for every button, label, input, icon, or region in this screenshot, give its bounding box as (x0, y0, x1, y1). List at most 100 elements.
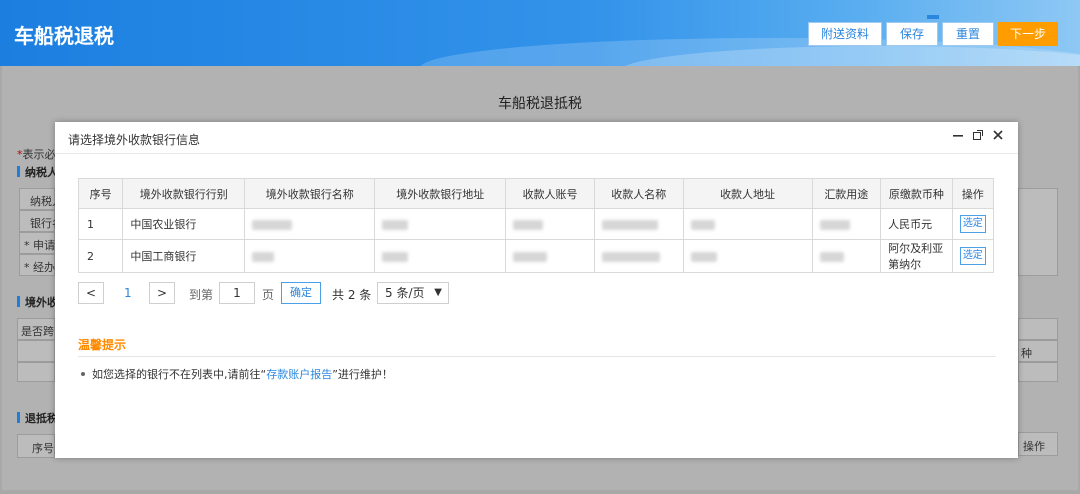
attach-docs-button[interactable]: 附送资料 (808, 22, 882, 46)
dialog-title: 请选择境外收款银行信息 (68, 133, 201, 147)
redacted-cell (593, 239, 684, 273)
redacted-value (513, 219, 544, 230)
save-button[interactable]: 保存 (886, 22, 938, 46)
bank-select-dialog: 请选择境外收款银行信息 序号 境外收款银行行别 境外收款银行名称 境外收款银行地… (55, 122, 1018, 458)
next-page-button[interactable]: > (149, 282, 175, 304)
form-label: * 经办 (24, 261, 55, 274)
page-size-select[interactable]: 5 条/页 ▼ (377, 282, 449, 304)
next-step-button[interactable]: 下一步 (998, 22, 1058, 46)
maximize-icon[interactable] (970, 128, 986, 146)
form-value-cell (1018, 362, 1058, 382)
tip-text: 如您选择的银行不在列表中,请前往“存款账户报告”进行维护！ (78, 366, 393, 382)
column-header: 境外收款银行行别 (122, 178, 246, 209)
deposit-account-report-link[interactable]: 存款账户报告 (266, 368, 332, 381)
bank-type-cell: 中国农业银行 (122, 208, 246, 240)
cursor-marker (927, 15, 939, 19)
redacted-cell (505, 208, 595, 240)
minimize-icon[interactable] (950, 128, 966, 146)
column-label: 序号 (32, 442, 54, 455)
redacted-cell (682, 208, 813, 240)
redacted-value (601, 251, 660, 262)
bank-table: 序号 境外收款银行行别 境外收款银行名称 境外收款银行地址 收款人账号 收款人名… (77, 178, 995, 273)
section-refund: 退抵税 (17, 410, 58, 426)
bullet-icon (81, 372, 85, 376)
column-label: 种 (1021, 347, 1032, 360)
reset-label: 重置 (955, 27, 980, 41)
table-header-cell: 操作 (1018, 432, 1058, 456)
table-row: 1 中国农业银行 人民币元 选定 (77, 208, 995, 240)
section-overseas: 境外收 (17, 294, 58, 310)
select-button[interactable]: 选定 (959, 247, 986, 265)
bank-type-cell: 中国工商银行 (122, 239, 246, 273)
redacted-cell (374, 239, 507, 273)
dialog-header: 请选择境外收款银行信息 (55, 122, 1018, 154)
column-label: 操作 (1023, 440, 1045, 453)
redacted-cell (811, 208, 882, 240)
redacted-cell (505, 239, 595, 273)
form-value-cell (1018, 188, 1058, 276)
total-count: 共 2 条 (332, 288, 372, 302)
redacted-cell (593, 208, 684, 240)
goto-page-input[interactable]: 1 (219, 282, 255, 304)
reset-button[interactable]: 重置 (927, 15, 994, 46)
page-size-value: 5 条/页 (385, 286, 425, 300)
currency-cell: 人民币元 (880, 208, 953, 240)
column-header: 收款人账号 (505, 178, 595, 209)
column-header: 收款人地址 (682, 178, 813, 209)
form-value-cell (17, 340, 55, 362)
tip-text-after: ”进行维护！ (332, 368, 393, 381)
form-label: 是否跨 (21, 325, 54, 338)
row-index: 2 (77, 239, 124, 273)
redacted-cell (374, 208, 507, 240)
column-header: 境外收款银行地址 (374, 178, 507, 209)
redacted-value (513, 251, 548, 262)
redacted-value (382, 219, 409, 230)
redacted-value (252, 251, 275, 262)
redacted-cell (244, 208, 376, 240)
table-row: 2 中国工商银行 阿尔及利亚第纳尔 选定 (77, 239, 995, 273)
action-cell: 选定 (951, 208, 995, 240)
current-page[interactable]: 1 (124, 286, 132, 300)
column-header: 序号 (77, 178, 124, 209)
goto-suffix: 页 (262, 288, 275, 302)
column-header: 境外收款银行名称 (244, 178, 376, 209)
goto-confirm-button[interactable]: 确定 (281, 282, 321, 304)
app-title: 车船税退税 (14, 24, 114, 48)
form-value-cell: 种 (1018, 340, 1058, 362)
redacted-value (690, 219, 715, 230)
tip-divider (78, 356, 996, 357)
select-button[interactable]: 选定 (959, 215, 986, 233)
column-header: 原缴款币种 (880, 178, 953, 209)
action-cell: 选定 (951, 239, 995, 273)
form-label: * 申请 (24, 239, 55, 252)
table-header-cell: 序号 (17, 434, 55, 458)
currency-cell: 阿尔及利亚第纳尔 (880, 239, 953, 273)
form-label-cell: * 经办 (19, 254, 55, 276)
redacted-value (690, 251, 717, 262)
form-label-cell: 银行名 (19, 210, 63, 232)
form-value-cell (17, 362, 55, 382)
form-label-cell: 纳税人 (19, 188, 63, 210)
prev-page-button[interactable]: < (78, 282, 104, 304)
section-taxpayer: 纳税人 (17, 164, 58, 180)
app-header: 车船税退税 附送资料 保存 重置 下一步 (0, 0, 1080, 66)
chevron-down-icon: ▼ (434, 287, 442, 298)
form-label-cell: 是否跨 (17, 318, 55, 340)
goto-prefix: 到第 (189, 288, 214, 302)
tip-text-before: 如您选择的银行不在列表中,请前往“ (92, 368, 267, 381)
tip-title: 温馨提示 (78, 338, 127, 352)
page-title: 车船税退抵税 (498, 96, 582, 112)
redacted-value (819, 219, 850, 230)
required-hint-text: 表示必 (22, 148, 56, 161)
redacted-value (382, 251, 409, 262)
close-icon[interactable] (990, 128, 1006, 146)
table-header-row: 序号 境外收款银行行别 境外收款银行名称 境外收款银行地址 收款人账号 收款人名… (77, 178, 995, 209)
redacted-cell (682, 239, 813, 273)
column-header: 汇款用途 (811, 178, 882, 209)
redacted-value (601, 219, 658, 230)
column-header: 收款人名称 (593, 178, 684, 209)
redacted-value (819, 251, 844, 262)
redacted-cell (244, 239, 376, 273)
form-label-cell: * 申请 (19, 232, 55, 254)
form-value-cell (1018, 318, 1058, 340)
